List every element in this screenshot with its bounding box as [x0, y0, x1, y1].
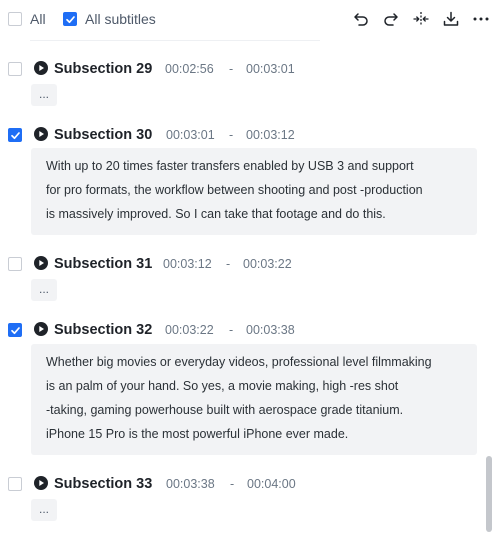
start-time: 00:02:56: [165, 62, 214, 76]
play-icon[interactable]: [34, 127, 48, 141]
play-icon[interactable]: [34, 61, 48, 75]
end-time: 00:04:00: [247, 477, 296, 491]
subtitle-line: -taking, gaming powerhouse built with ae…: [46, 403, 404, 417]
play-icon[interactable]: [34, 476, 48, 490]
redo-icon[interactable]: [382, 10, 400, 28]
subsection-title: Subsection 29: [54, 61, 153, 77]
subsection-checkbox[interactable]: [8, 257, 22, 271]
toolbar-divider: [30, 40, 320, 41]
subtitle-line: iPhone 15 Pro is the most powerful iPhon…: [46, 427, 349, 441]
subsection-title: Subsection 31: [54, 256, 153, 272]
subsection-checkbox[interactable]: [8, 128, 22, 142]
end-time: 00:03:38: [246, 323, 295, 337]
subsection-checkbox[interactable]: [8, 323, 22, 337]
undo-icon[interactable]: [352, 10, 370, 28]
subsection-header: Subsection 29 00:02:56 - 00:03:01: [0, 59, 480, 79]
subsection-header: Subsection 32 00:03:22 - 00:03:38: [0, 320, 480, 340]
subtitle-line: is massively improved. So I can take tha…: [46, 207, 386, 221]
subsection-title: Subsection 30: [54, 127, 153, 143]
end-time: 00:03:22: [243, 257, 292, 271]
end-time: 00:03:12: [246, 128, 295, 142]
more-icon[interactable]: [472, 10, 490, 28]
start-time: 00:03:38: [166, 477, 215, 491]
subsection-header: Subsection 31 00:03:12 - 00:03:22: [0, 254, 480, 274]
subtitle-line: is an palm of your hand. So yes, a movie…: [46, 379, 399, 393]
start-time: 00:03:22: [165, 323, 214, 337]
subtitle-text-box[interactable]: Whether big movies or everyday videos, p…: [31, 344, 477, 455]
empty-subtitle-placeholder[interactable]: ...: [31, 279, 57, 301]
end-time: 00:03:01: [246, 62, 295, 76]
start-time: 00:03:01: [166, 128, 215, 142]
subsection-header: Subsection 30 00:03:01 - 00:03:12: [0, 125, 480, 145]
download-icon[interactable]: [442, 10, 460, 28]
split-icon[interactable]: [412, 10, 430, 28]
subtitle-line: With up to 20 times faster transfers ena…: [46, 159, 414, 173]
all-subtitles-label: All subtitles: [85, 11, 156, 27]
play-icon[interactable]: [34, 256, 48, 270]
all-checkbox[interactable]: [8, 12, 22, 26]
vertical-scrollbar[interactable]: [486, 456, 492, 532]
subsection-checkbox[interactable]: [8, 477, 22, 491]
time-separator: -: [226, 257, 231, 271]
time-separator: -: [230, 477, 235, 491]
empty-subtitle-placeholder[interactable]: ...: [31, 84, 57, 106]
subtitle-line: for pro formats, the workflow between sh…: [46, 183, 423, 197]
subtitle-line: Whether big movies or everyday videos, p…: [46, 355, 432, 369]
subsection-checkbox[interactable]: [8, 62, 22, 76]
subtitle-text-box[interactable]: With up to 20 times faster transfers ena…: [31, 148, 477, 235]
all-label: All: [30, 11, 46, 27]
start-time: 00:03:12: [163, 257, 212, 271]
toolbar: All All subtitles: [0, 0, 500, 40]
subsection-header: Subsection 33 00:03:38 - 00:04:00: [0, 474, 480, 494]
play-icon[interactable]: [34, 322, 48, 336]
subsection-title: Subsection 33: [54, 476, 153, 492]
subsection-title: Subsection 32: [54, 322, 153, 338]
time-separator: -: [229, 323, 234, 337]
time-separator: -: [229, 128, 234, 142]
empty-subtitle-placeholder[interactable]: ...: [31, 499, 57, 521]
all-subtitles-checkbox[interactable]: [63, 12, 77, 26]
time-separator: -: [229, 62, 234, 76]
